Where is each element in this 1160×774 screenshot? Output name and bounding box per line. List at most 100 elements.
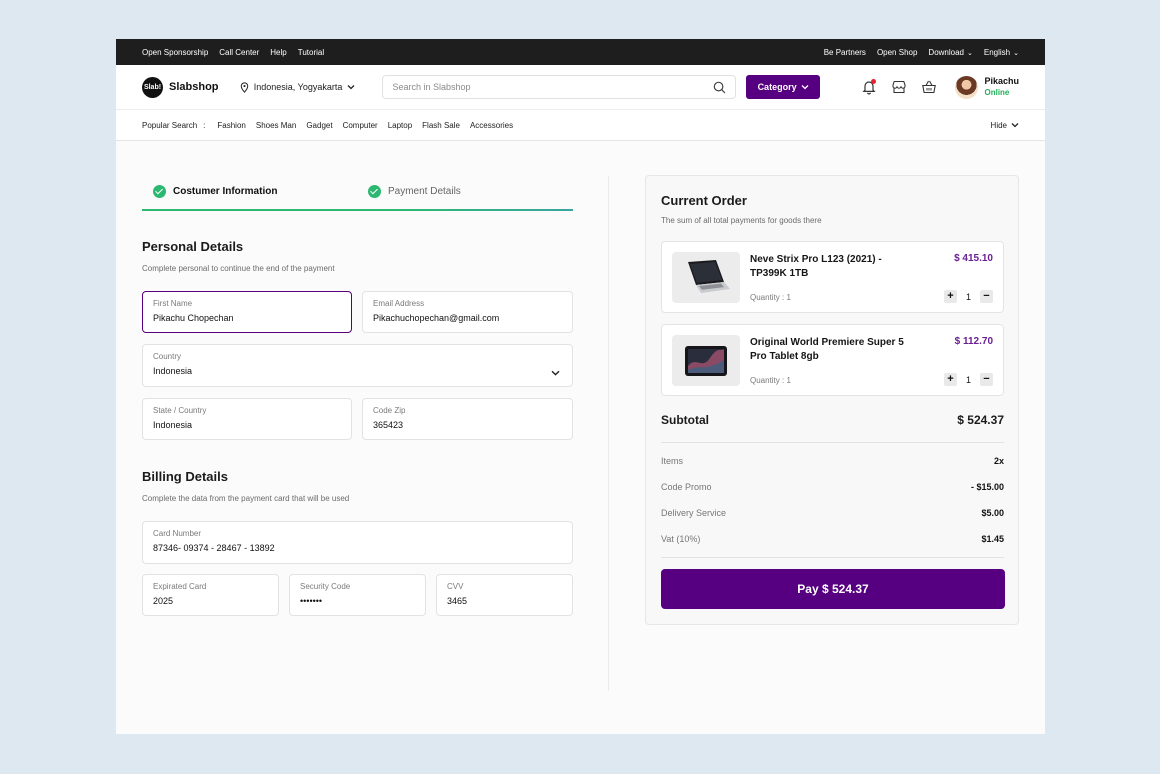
first-name-field[interactable]: First Name Pikachu Chopechan — [142, 291, 352, 333]
expiration-label: Expirated Card — [153, 582, 207, 591]
product-thumbnail[interactable] — [672, 335, 740, 386]
tag-fashion[interactable]: Fashion — [217, 121, 245, 130]
email-field[interactable]: Email Address Pikachuchopechan@gmail.com — [362, 291, 573, 333]
search-input[interactable]: Search in Slabshop — [382, 75, 736, 99]
link-call-center[interactable]: Call Center — [219, 48, 259, 57]
logo[interactable]: Slab! Slabshop — [142, 76, 240, 98]
top-bar: Open Sponsorship Call Center Help Tutori… — [116, 39, 1045, 65]
quantity-value: 1 — [965, 374, 971, 385]
state-field[interactable]: State / Country Indonesia — [142, 398, 352, 440]
logo-badge: Slab! — [142, 76, 163, 98]
language-dropdown[interactable]: English ⌄ — [984, 48, 1019, 57]
summary-row-items: Items 2x — [661, 456, 1004, 466]
avatar — [955, 75, 979, 99]
order-item: Original World Premiere Super 5 Pro Tabl… — [661, 324, 1004, 396]
summary-row-code-promo: Code Promo - $15.00 — [661, 482, 1004, 492]
security-code-value: ••••••• — [300, 596, 323, 606]
chevron-down-icon — [551, 370, 560, 376]
minus-button[interactable]: − — [980, 373, 993, 386]
subtotal-label: Subtotal — [661, 413, 709, 427]
tag-flash-sale[interactable]: Flash Sale — [422, 121, 460, 130]
quantity-label: Quantity : 1 — [750, 376, 791, 385]
step-customer-information[interactable]: Costumer Information — [153, 185, 277, 198]
minus-button[interactable]: − — [980, 290, 993, 303]
hide-toggle[interactable]: Hide — [991, 121, 1019, 130]
zip-code-field[interactable]: Code Zip 365423 — [362, 398, 573, 440]
country-select[interactable]: Country Indonesia — [142, 344, 573, 387]
card-number-label: Card Number — [153, 529, 202, 538]
card-number-field[interactable]: Card Number 87346- 09374 - 28467 - 13892 — [142, 521, 573, 564]
check-circle-icon — [153, 185, 166, 198]
cvv-field[interactable]: CVV 3465 — [436, 574, 573, 616]
checkout-steps: Costumer Information Payment Details — [142, 177, 573, 211]
header-icons — [861, 79, 937, 95]
hide-label: Hide — [990, 120, 1007, 130]
cvv-label: CVV — [447, 582, 464, 591]
quantity-value: 1 — [965, 291, 971, 302]
plus-button[interactable]: + — [943, 373, 957, 386]
user-profile[interactable]: Pikachu Online — [955, 75, 1019, 99]
link-open-shop[interactable]: Open Shop — [877, 48, 917, 57]
email-label: Email Address — [373, 299, 425, 308]
logo-name: Slabshop — [169, 81, 219, 93]
expiration-field[interactable]: Expirated Card 2025 — [142, 574, 279, 616]
column-divider — [608, 176, 609, 691]
summary-key: Vat (10%) — [661, 534, 701, 544]
link-open-sponsorship[interactable]: Open Sponsorship — [142, 48, 208, 57]
personal-details-title: Personal Details — [142, 239, 244, 254]
main-header: Slab! Slabshop Indonesia, Yogyakarta Sea… — [116, 65, 1045, 110]
user-name: Pikachu — [984, 76, 1019, 86]
location-label: Indonesia, Yogyakarta — [253, 82, 343, 92]
link-be-partners[interactable]: Be Partners — [824, 48, 866, 57]
step-label: Payment Details — [388, 186, 461, 197]
language-label: English — [983, 47, 1011, 57]
search-placeholder: Search in Slabshop — [392, 82, 471, 92]
category-button[interactable]: Category — [745, 75, 821, 99]
order-title: Current Order — [661, 193, 747, 208]
summary-key: Code Promo — [661, 482, 712, 492]
link-tutorial[interactable]: Tutorial — [298, 48, 324, 57]
tag-gadget[interactable]: Gadget — [306, 121, 332, 130]
pay-button[interactable]: Pay $ 524.37 — [661, 569, 1005, 609]
state-label: State / Country — [153, 406, 207, 415]
popular-search-bar: Popular Search : Fashion Shoes Man Gadge… — [116, 110, 1045, 141]
quantity-stepper: + 1 − — [943, 290, 993, 303]
search-icon[interactable] — [713, 81, 726, 94]
store-icon[interactable] — [891, 79, 907, 95]
chevron-down-icon: ⌄ — [967, 49, 973, 57]
security-code-field[interactable]: Security Code ••••••• — [289, 574, 426, 616]
category-label: Category — [757, 82, 797, 92]
chevron-down-icon — [801, 85, 809, 90]
step-progress-line — [142, 209, 573, 211]
plus-button[interactable]: + — [943, 290, 957, 303]
download-label: Download — [928, 47, 964, 57]
notification-bell-icon[interactable] — [861, 79, 877, 95]
popular-search-separator: : — [203, 120, 206, 130]
current-order-panel: Current Order The sum of all total payme… — [645, 175, 1019, 625]
summary-row-delivery: Delivery Service $5.00 — [661, 508, 1004, 518]
billing-details-title: Billing Details — [142, 469, 228, 484]
security-code-label: Security Code — [300, 582, 351, 591]
state-value: Indonesia — [153, 420, 193, 430]
zip-code-label: Code Zip — [373, 406, 406, 415]
product-thumbnail[interactable] — [672, 252, 740, 303]
link-help[interactable]: Help — [270, 48, 286, 57]
summary-key: Items — [661, 456, 684, 466]
laptop-icon — [688, 259, 730, 293]
download-dropdown[interactable]: Download ⌄ — [928, 48, 972, 57]
summary-value: $5.00 — [981, 508, 1004, 518]
summary-key: Delivery Service — [661, 508, 727, 518]
location-selector[interactable]: Indonesia, Yogyakarta — [240, 81, 383, 93]
tag-laptop[interactable]: Laptop — [388, 121, 412, 130]
tag-shoes-man[interactable]: Shoes Man — [256, 121, 296, 130]
quantity-stepper: + 1 − — [943, 373, 993, 386]
basket-icon[interactable] — [921, 79, 937, 95]
tag-computer[interactable]: Computer — [343, 121, 378, 130]
check-circle-icon — [368, 185, 381, 198]
tag-accessories[interactable]: Accessories — [470, 121, 513, 130]
tablet-icon — [685, 345, 727, 376]
step-payment-details[interactable]: Payment Details — [368, 185, 461, 198]
location-pin-icon — [240, 81, 249, 93]
first-name-label: First Name — [153, 299, 193, 308]
email-value: Pikachuchopechan@gmail.com — [373, 313, 500, 323]
